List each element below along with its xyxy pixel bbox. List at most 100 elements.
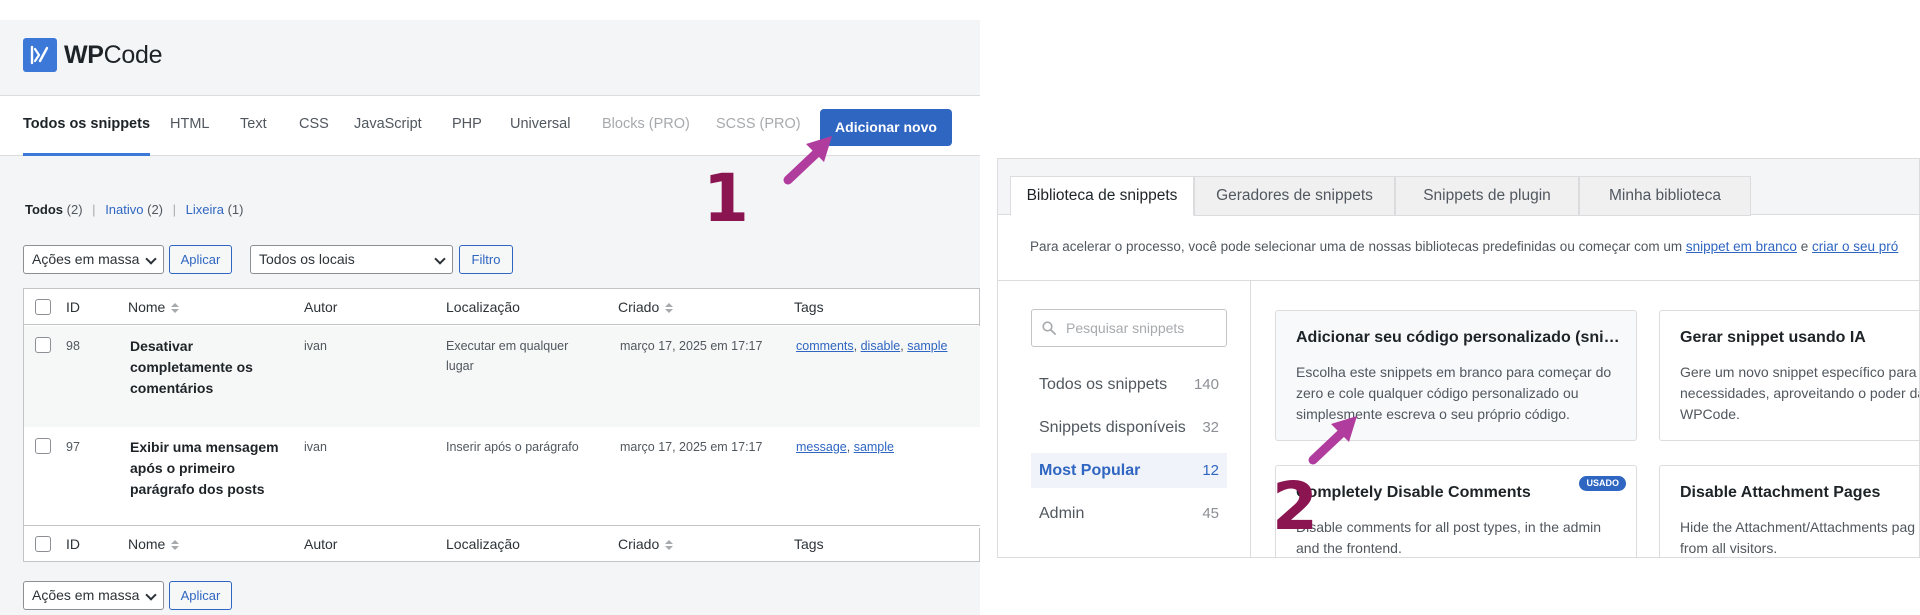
snippet-name-link[interactable]: Exibir uma mensagem após o primeiro pará…	[130, 437, 280, 500]
tab-blocks-pro[interactable]: Blocks (PRO)	[602, 96, 690, 156]
blank-snippet-link[interactable]: snippet em branco	[1686, 239, 1797, 254]
card-disable-comments[interactable]: Completely Disable Comments USADO Disabl…	[1275, 465, 1637, 557]
category-all-snippets[interactable]: Todos os snippets 140	[1031, 367, 1227, 402]
filter-lixeira[interactable]: Lixeira	[186, 202, 224, 217]
col-name[interactable]: Nome	[128, 536, 180, 552]
tag-link[interactable]: message	[796, 440, 847, 454]
filter-todos[interactable]: Todos	[25, 202, 63, 217]
col-id: ID	[66, 299, 80, 315]
tab-all-snippets[interactable]: Todos os snippets	[23, 96, 151, 156]
card-description: Hide the Attachment/Attachments pag fron…	[1680, 519, 1919, 556]
tag-link[interactable]: disable	[861, 339, 901, 353]
tag-link[interactable]: sample	[907, 339, 947, 353]
tab-javascript[interactable]: JavaScript	[354, 96, 422, 156]
status-filter: Todos (2) | Inativo (2) | Lixeira (1)	[25, 202, 243, 217]
sort-icon	[171, 302, 180, 314]
row-location: Inserir após o parágrafo	[446, 440, 579, 454]
filter-button[interactable]: Filtro	[459, 245, 513, 274]
filter-inativo-count: (2)	[147, 202, 164, 217]
bulk-actions-select-bottom[interactable]: Ações em massa	[23, 581, 164, 610]
location-value: Todos os locais	[259, 251, 355, 267]
search-input[interactable]: Pesquisar snippets	[1031, 309, 1227, 347]
sort-icon	[171, 539, 180, 551]
annotation-arrow-icon	[1308, 416, 1357, 465]
row-id: 98	[66, 339, 80, 353]
snippet-name-link[interactable]: Desativar completamente os comentários	[130, 336, 280, 399]
table-row: 98 Desativar completamente os comentário…	[24, 326, 980, 427]
row-tags: message, sample	[796, 440, 894, 454]
snippets-list-panel: WPCode Todos os snippets HTML Text CSS J…	[0, 20, 980, 615]
bulk-actions-value: Ações em massa	[32, 587, 140, 603]
create-your-own-link[interactable]: criar o seu pró	[1812, 239, 1898, 254]
card-title: Adicionar seu código personalizado (sni…	[1296, 329, 1620, 346]
col-location: Localização	[446, 536, 520, 552]
filter-separator: |	[172, 202, 177, 217]
filter-lixeira-count: (1)	[227, 202, 244, 217]
search-icon	[1042, 321, 1056, 335]
annotation-arrow-icon	[783, 136, 832, 185]
tab-snippet-library[interactable]: Biblioteca de snippets	[1010, 176, 1194, 216]
used-badge: USADO	[1579, 476, 1626, 491]
filter-todos-count: (2)	[66, 202, 83, 217]
col-created[interactable]: Criado	[618, 299, 674, 315]
bulk-actions-select[interactable]: Ações em massa	[23, 245, 164, 274]
col-tags: Tags	[794, 299, 824, 315]
tab-text[interactable]: Text	[240, 96, 267, 156]
col-author: Autor	[304, 536, 338, 552]
wpcode-logo-icon	[23, 38, 57, 72]
filter-inativo[interactable]: Inativo	[105, 202, 143, 217]
chevron-down-icon	[434, 253, 446, 265]
tab-css[interactable]: CSS	[299, 96, 329, 156]
sort-icon	[665, 539, 674, 551]
row-location: Executar em qualquer lugar	[446, 339, 569, 373]
col-id: ID	[66, 536, 80, 552]
tab-html[interactable]: HTML	[170, 96, 209, 156]
header: WPCode	[0, 20, 980, 96]
filter-separator: |	[92, 202, 96, 217]
row-checkbox[interactable]	[35, 337, 51, 353]
bulk-actions-value: Ações em massa	[32, 251, 140, 267]
library-tabs: Biblioteca de snippets Geradores de snip…	[998, 159, 1919, 216]
table-row: 97 Exibir uma mensagem após o primeiro p…	[24, 427, 980, 528]
sort-icon	[665, 302, 674, 314]
chevron-down-icon	[145, 589, 157, 601]
col-author: Autor	[304, 299, 338, 315]
category-available-snippets[interactable]: Snippets disponíveis 32	[1031, 410, 1227, 445]
col-created[interactable]: Criado	[618, 536, 674, 552]
search-placeholder: Pesquisar snippets	[1066, 320, 1185, 336]
apply-bulk-button-bottom[interactable]: Aplicar	[169, 581, 232, 610]
card-title: Completely Disable Comments	[1296, 484, 1531, 501]
tab-my-library[interactable]: Minha biblioteca	[1579, 176, 1751, 216]
select-all-checkbox[interactable]	[35, 536, 51, 552]
intro-and: e	[1800, 239, 1809, 254]
intro-text: Para acelerar o processo, você pode sele…	[1030, 239, 1683, 254]
select-all-checkbox[interactable]	[35, 299, 51, 315]
card-generate-ai[interactable]: Gerar snippet usando IA Gere um novo sni…	[1659, 310, 1919, 441]
tab-universal[interactable]: Universal	[510, 96, 570, 156]
table-header: ID Nome Autor Localização Criado Tags	[24, 289, 980, 325]
tab-plugin-snippets[interactable]: Snippets de plugin	[1395, 176, 1579, 216]
row-author: ivan	[304, 339, 327, 353]
tab-snippet-generators[interactable]: Geradores de snippets	[1194, 176, 1395, 216]
row-checkbox[interactable]	[35, 438, 51, 454]
location-select[interactable]: Todos os locais	[250, 245, 453, 274]
tag-link[interactable]: sample	[854, 440, 894, 454]
category-admin[interactable]: Admin 45	[1031, 496, 1227, 531]
category-most-popular[interactable]: Most Popular 12	[1031, 453, 1227, 488]
step-number-2: 2	[1272, 468, 1318, 545]
tag-link[interactable]: comments	[796, 339, 854, 353]
row-created: março 17, 2025 em 17:17	[620, 440, 763, 454]
chevron-down-icon	[145, 253, 157, 265]
snippets-table: ID Nome Autor Localização Criado Tags 98…	[23, 288, 980, 562]
row-tags: comments, disable, sample	[796, 339, 948, 353]
row-created: março 17, 2025 em 17:17	[620, 339, 763, 353]
card-description: Disable comments for all post types, in …	[1296, 519, 1602, 556]
card-disable-attachment-pages[interactable]: Disable Attachment Pages Hide the Attach…	[1659, 465, 1919, 557]
category-sidebar: Pesquisar snippets Todos os snippets 140 …	[998, 281, 1251, 557]
apply-bulk-button[interactable]: Aplicar	[169, 245, 232, 274]
table-footer: ID Nome Autor Localização Criado Tags	[24, 525, 980, 562]
card-title: Disable Attachment Pages	[1680, 484, 1881, 501]
row-id: 97	[66, 440, 80, 454]
col-name[interactable]: Nome	[128, 299, 180, 315]
tab-php[interactable]: PHP	[452, 96, 482, 156]
